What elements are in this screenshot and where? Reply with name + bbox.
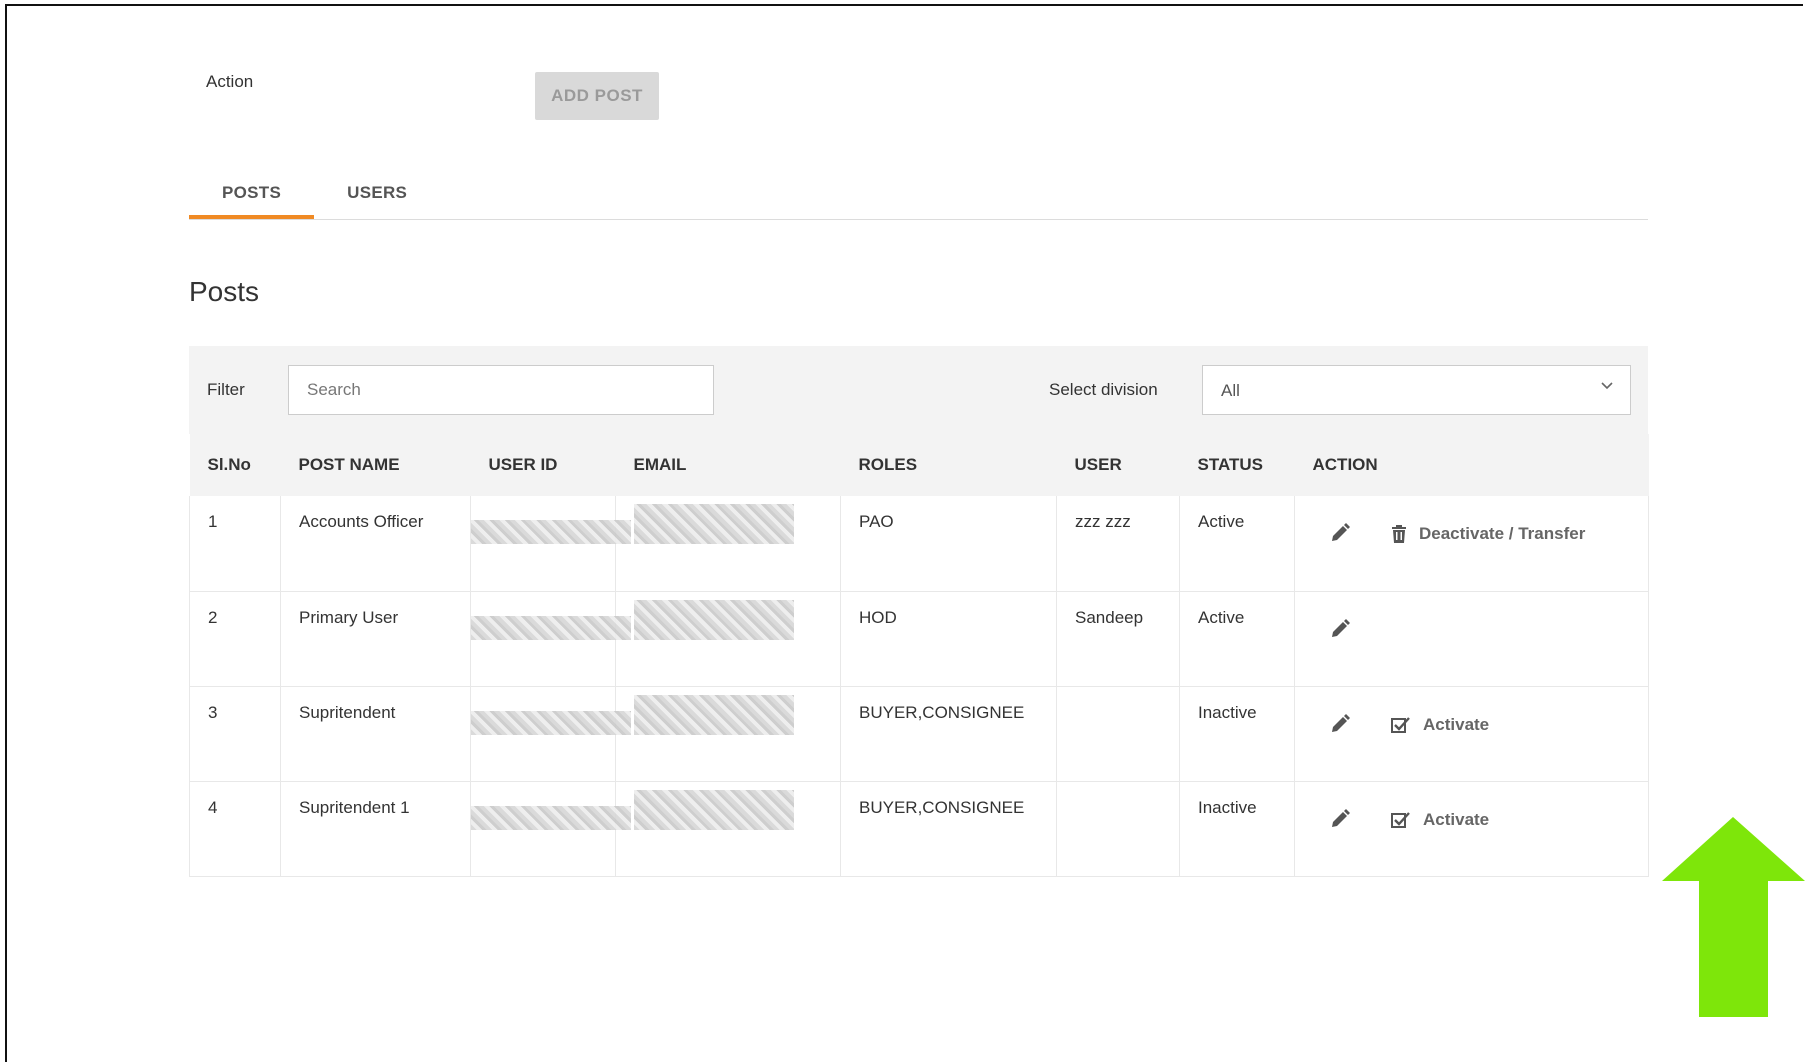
tab-bar: POSTS USERS <box>189 172 1648 220</box>
cell-status: Active <box>1179 591 1295 687</box>
redacted-email <box>634 504 794 544</box>
search-input[interactable] <box>288 365 714 415</box>
tab-posts[interactable]: POSTS <box>189 172 315 219</box>
cell-user-id <box>470 496 631 592</box>
cell-roles: BUYER,CONSIGNEE <box>840 686 1057 782</box>
cell-slno: 1 <box>189 496 281 592</box>
column-header-status: STATUS <box>1179 434 1295 496</box>
column-header-user: USER <box>1056 434 1180 496</box>
redacted-user-id <box>471 520 631 544</box>
cell-email <box>615 686 841 782</box>
cell-status: Active <box>1179 496 1295 592</box>
cell-user-id <box>470 686 631 782</box>
cell-action: Deactivate / Transfer <box>1294 496 1649 592</box>
table-row: 2 Primary User HOD Sandeep Active <box>189 591 1649 687</box>
trash-icon <box>1392 525 1406 543</box>
activate-label: Activate <box>1423 809 1490 829</box>
cell-roles: HOD <box>840 591 1057 687</box>
checkbox-icon <box>1391 811 1410 828</box>
deactivate-transfer-label: Deactivate / Transfer <box>1419 524 1586 543</box>
table-row: 1 Accounts Officer PAO zzz zzz Active De… <box>189 496 1649 592</box>
cell-email <box>615 781 841 877</box>
chevron-down-icon <box>1600 378 1614 397</box>
cell-slno: 2 <box>189 591 281 687</box>
division-select[interactable]: All <box>1202 365 1631 415</box>
cell-user: Sandeep <box>1056 591 1180 687</box>
cell-email <box>615 591 841 687</box>
activate-button[interactable]: Activate <box>1391 715 1489 735</box>
redacted-user-id <box>471 615 631 640</box>
filter-bar: Filter Select division All <box>189 346 1648 434</box>
pencil-icon[interactable] <box>1329 618 1353 642</box>
redacted-email <box>634 789 794 830</box>
pencil-icon[interactable] <box>1329 522 1353 546</box>
cell-post-name: Supritendent <box>280 686 471 782</box>
cell-user-id <box>470 781 631 877</box>
table-header-row: Sl.No POST NAME USER ID EMAIL ROLES USER… <box>189 434 1649 496</box>
cell-slno: 4 <box>189 781 281 877</box>
cell-user <box>1056 781 1180 877</box>
select-division-label: Select division <box>1049 380 1158 399</box>
redacted-email <box>634 694 794 735</box>
filter-label: Filter <box>207 380 245 399</box>
cell-email <box>615 496 841 592</box>
cell-user: zzz zzz <box>1056 496 1180 592</box>
column-header-roles: ROLES <box>840 434 1057 496</box>
cell-post-name: Primary User <box>280 591 471 687</box>
posts-table: Sl.No POST NAME USER ID EMAIL ROLES USER… <box>189 434 1649 877</box>
checkbox-icon <box>1391 716 1410 733</box>
column-header-email: EMAIL <box>615 434 841 496</box>
cell-action <box>1294 591 1649 687</box>
page-title: Posts <box>189 276 260 307</box>
activate-button[interactable]: Activate <box>1391 810 1489 830</box>
action-label: Action <box>206 72 254 91</box>
cell-post-name: Supritendent 1 <box>280 781 471 877</box>
column-header-post-name: POST NAME <box>280 434 471 496</box>
cell-post-name: Accounts Officer <box>280 496 471 592</box>
table-row: 3 Supritendent BUYER,CONSIGNEE Inactive … <box>189 686 1649 782</box>
cell-slno: 3 <box>189 686 281 782</box>
up-arrow-icon <box>1662 817 1805 1022</box>
column-header-slno: Sl.No <box>189 434 281 496</box>
cell-status: Inactive <box>1179 781 1295 877</box>
cell-user-id <box>470 591 631 687</box>
cell-action: Activate <box>1294 781 1649 877</box>
column-header-user-id: USER ID <box>470 434 616 496</box>
pencil-icon[interactable] <box>1329 808 1353 832</box>
cell-roles: BUYER,CONSIGNEE <box>840 781 1057 877</box>
redacted-user-id <box>471 805 631 830</box>
division-select-value: All <box>1221 381 1240 400</box>
cell-roles: PAO <box>840 496 1057 592</box>
deactivate-transfer-button[interactable]: Deactivate / Transfer <box>1391 524 1585 544</box>
redacted-email <box>634 599 794 640</box>
add-post-button[interactable]: ADD POST <box>535 72 659 120</box>
tab-users[interactable]: USERS <box>314 172 440 219</box>
cell-user <box>1056 686 1180 782</box>
column-header-action: ACTION <box>1294 434 1649 496</box>
cell-action: Activate <box>1294 686 1649 782</box>
pencil-icon[interactable] <box>1329 713 1353 737</box>
cell-status: Inactive <box>1179 686 1295 782</box>
redacted-user-id <box>471 710 631 735</box>
activate-label: Activate <box>1423 714 1490 734</box>
table-row: 4 Supritendent 1 BUYER,CONSIGNEE Inactiv… <box>189 781 1649 877</box>
